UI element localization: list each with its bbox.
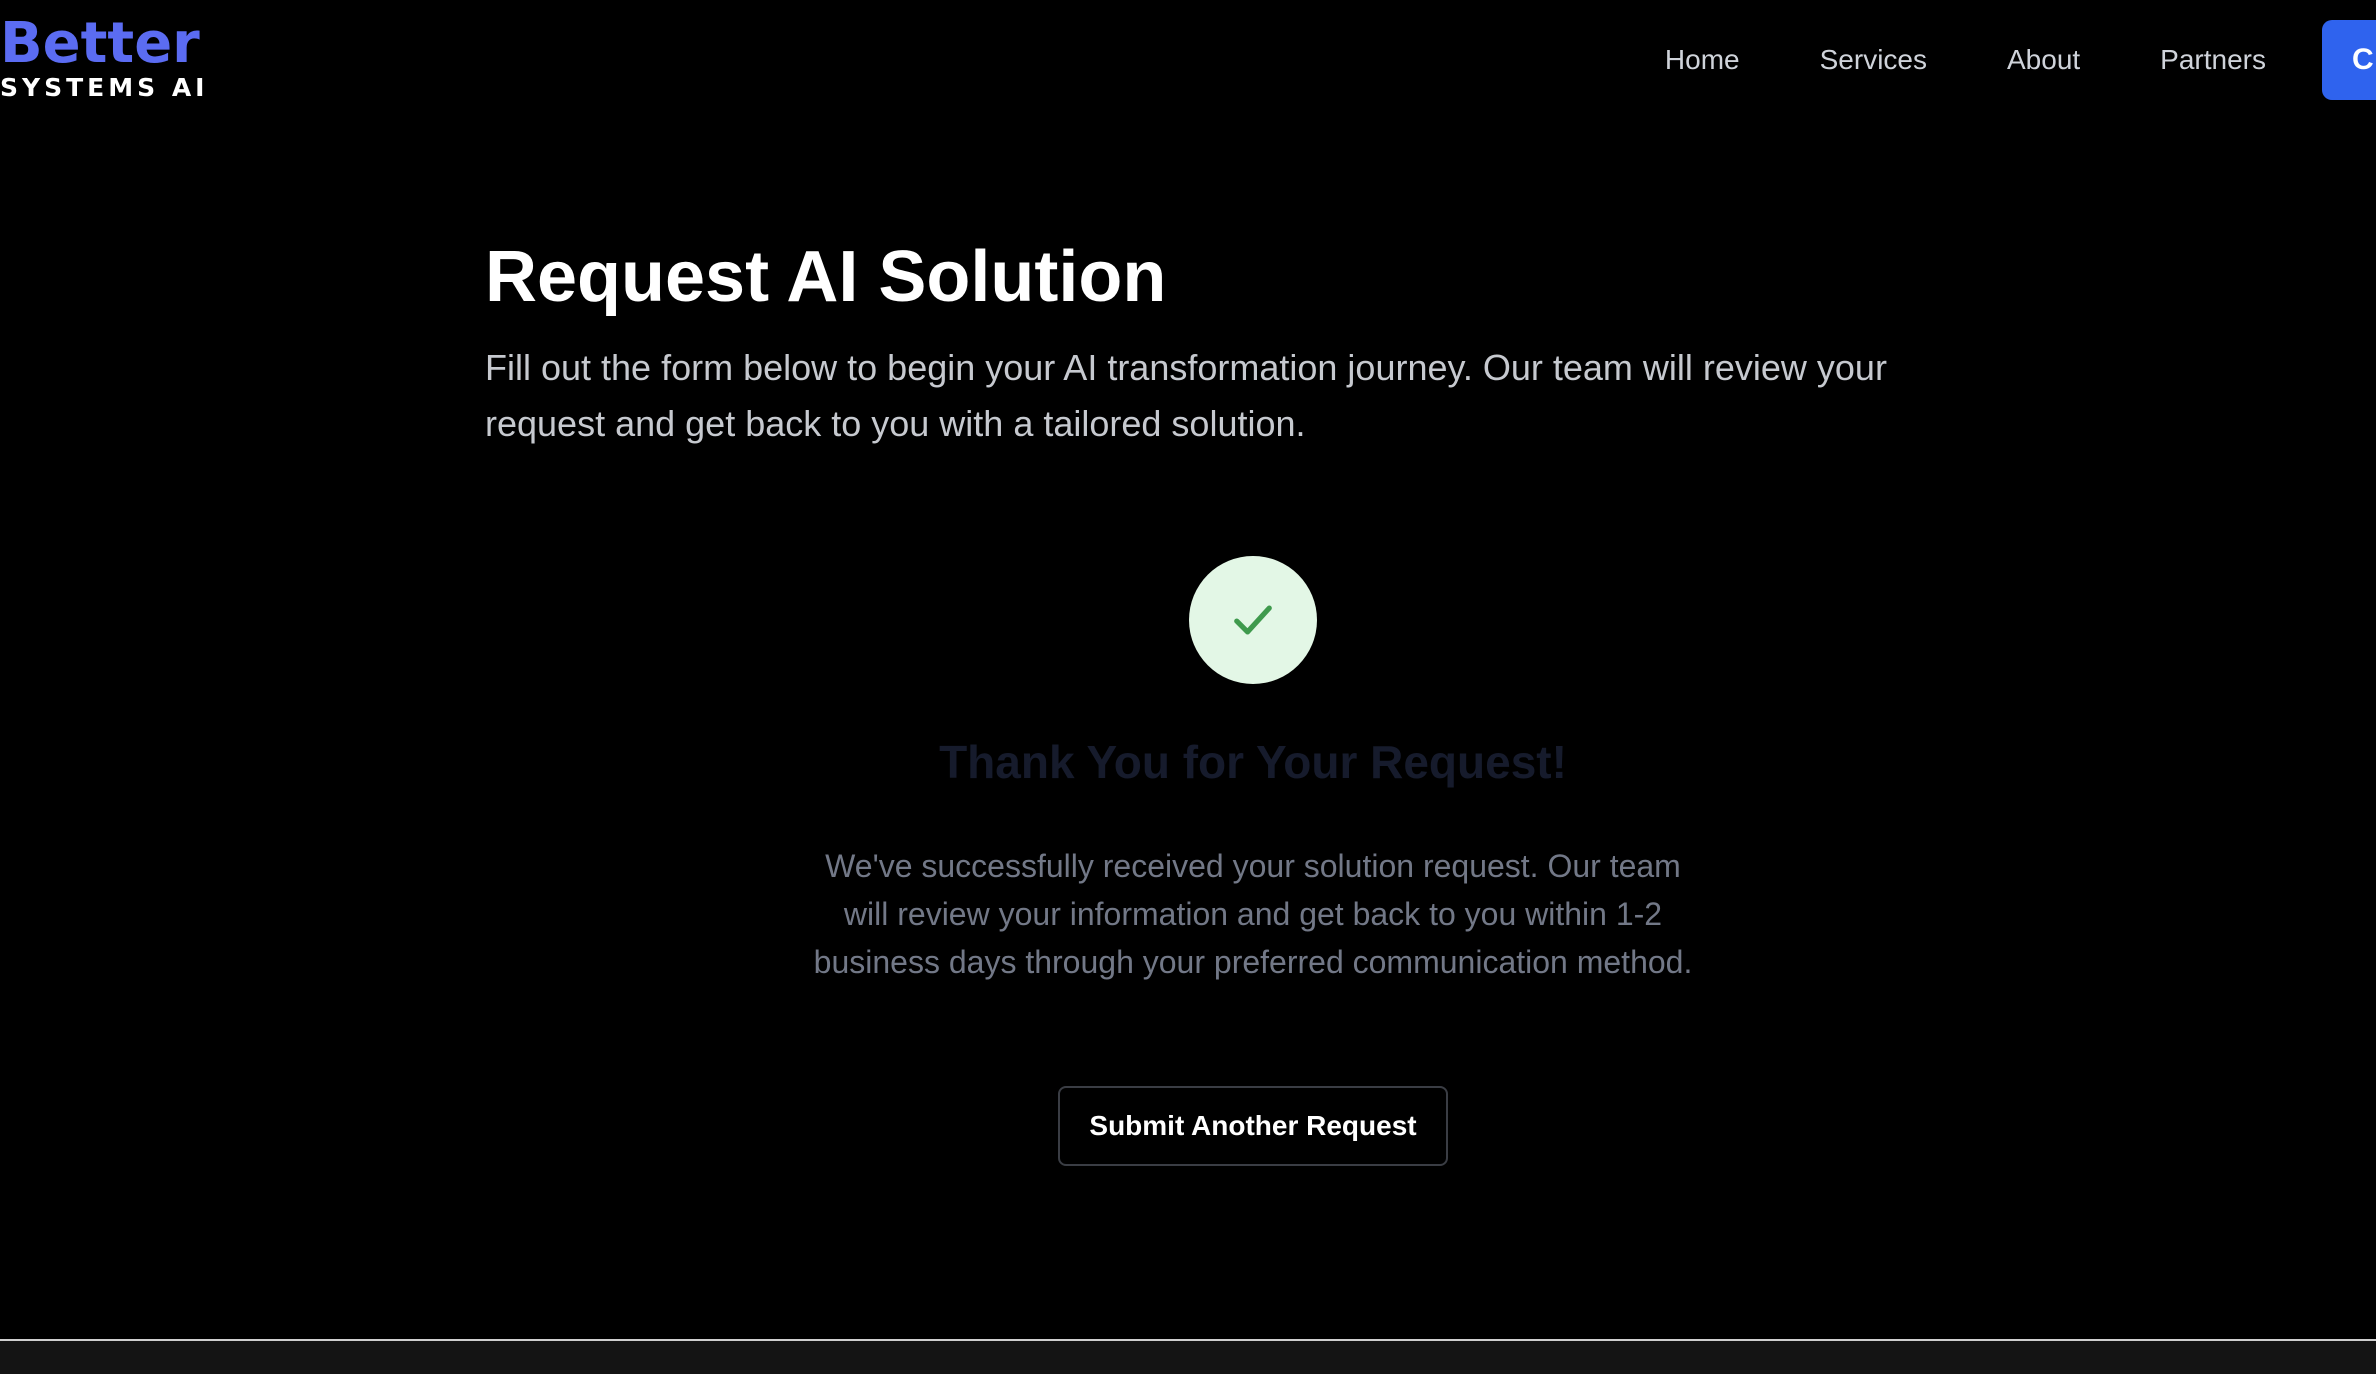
page: Better SYSTEMS AI Home Services About Pa… <box>0 0 2376 1374</box>
nav-item-partners[interactable]: Partners <box>2160 44 2266 76</box>
success-icon-circle <box>1189 556 1317 684</box>
logo-primary-text: Better <box>0 11 200 76</box>
nav-cta-button[interactable]: C <box>2322 20 2376 100</box>
check-icon <box>1234 605 1272 635</box>
logo[interactable]: Better SYSTEMS AI <box>0 14 208 102</box>
page-title: Request AI Solution <box>485 237 1167 317</box>
submit-another-request-button[interactable]: Submit Another Request <box>1058 1086 1448 1166</box>
page-subtitle: Fill out the form below to begin your AI… <box>485 347 1887 444</box>
nav-item-about[interactable]: About <box>2007 44 2080 76</box>
logo-secondary-text: SYSTEMS AI <box>0 73 209 102</box>
success-message: Thank You for Your Request! We've succes… <box>0 556 2376 1166</box>
main-nav: Home Services About Partners C <box>1665 0 2376 120</box>
intro-section: Request AI Solution Fill out the form be… <box>485 234 1925 452</box>
nav-item-services[interactable]: Services <box>1820 44 1927 76</box>
footer <box>0 1339 2376 1374</box>
site-header: Better SYSTEMS AI Home Services About Pa… <box>0 0 2376 140</box>
nav-item-home[interactable]: Home <box>1665 44 1740 76</box>
success-title: Thank You for Your Request! <box>939 736 1567 788</box>
success-description: We've successfully received your solutio… <box>813 848 1693 980</box>
